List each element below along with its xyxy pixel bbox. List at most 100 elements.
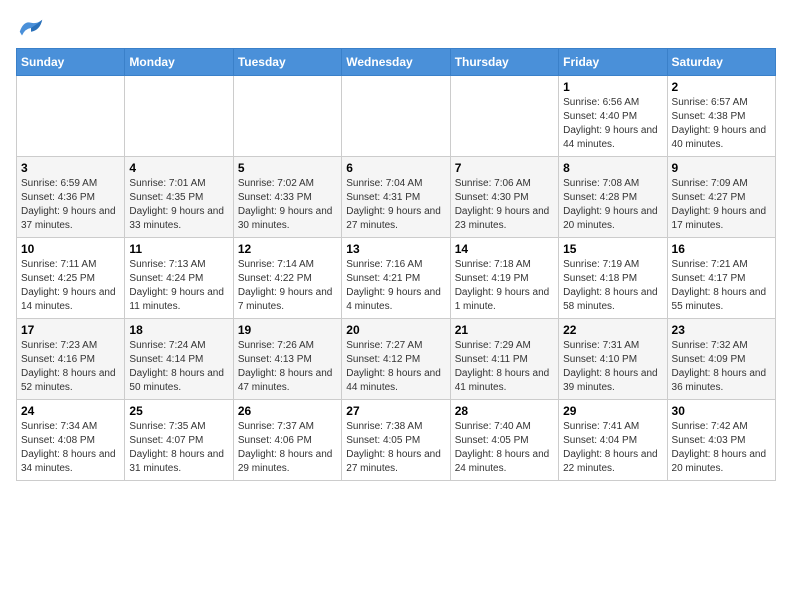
- day-number: 21: [455, 323, 554, 337]
- day-info: Sunrise: 7:27 AM Sunset: 4:12 PM Dayligh…: [346, 339, 445, 395]
- calendar-week-row: 24 Sunrise: 7:34 AM Sunset: 4:08 PM Dayli…: [17, 400, 776, 481]
- day-info: Sunrise: 6:59 AM Sunset: 4:36 PM Dayligh…: [21, 177, 120, 233]
- day-number: 11: [129, 242, 228, 256]
- day-number: 2: [672, 80, 771, 94]
- calendar-cell: 24 Sunrise: 7:34 AM Sunset: 4:08 PM Dayli…: [17, 400, 125, 481]
- day-info: Sunrise: 7:06 AM Sunset: 4:30 PM Dayligh…: [455, 177, 554, 233]
- day-number: 12: [238, 242, 337, 256]
- day-header-wednesday: Wednesday: [342, 49, 450, 76]
- day-number: 6: [346, 161, 445, 175]
- day-number: 3: [21, 161, 120, 175]
- day-info: Sunrise: 7:08 AM Sunset: 4:28 PM Dayligh…: [563, 177, 662, 233]
- day-number: 13: [346, 242, 445, 256]
- calendar-cell: [125, 76, 233, 157]
- calendar-cell: 28Sunrise: 7:40 AM Sunset: 4:05 PM Dayli…: [450, 400, 558, 481]
- calendar-cell: 21 Sunrise: 7:29 AM Sunset: 4:11 PM Dayli…: [450, 319, 558, 400]
- calendar-cell: 26 Sunrise: 7:37 AM Sunset: 4:06 PM Dayli…: [233, 400, 341, 481]
- calendar-cell: 13 Sunrise: 7:16 AM Sunset: 4:21 PM Dayli…: [342, 238, 450, 319]
- day-header-monday: Monday: [125, 49, 233, 76]
- day-info: Sunrise: 7:38 AM Sunset: 4:05 PM Dayligh…: [346, 420, 445, 476]
- day-info: Sunrise: 7:02 AM Sunset: 4:33 PM Dayligh…: [238, 177, 337, 233]
- calendar-cell: 20 Sunrise: 7:27 AM Sunset: 4:12 PM Dayli…: [342, 319, 450, 400]
- day-number: 30: [672, 404, 771, 418]
- day-info: Sunrise: 7:23 AM Sunset: 4:16 PM Dayligh…: [21, 339, 120, 395]
- day-number: 5: [238, 161, 337, 175]
- logo: [16, 16, 50, 40]
- calendar-cell: 3 Sunrise: 6:59 AM Sunset: 4:36 PM Daylig…: [17, 157, 125, 238]
- day-number: 15: [563, 242, 662, 256]
- day-number: 10: [21, 242, 120, 256]
- calendar-cell: 27 Sunrise: 7:38 AM Sunset: 4:05 PM Dayli…: [342, 400, 450, 481]
- day-number: 24: [21, 404, 120, 418]
- calendar-week-row: 3 Sunrise: 6:59 AM Sunset: 4:36 PM Daylig…: [17, 157, 776, 238]
- day-number: 14: [455, 242, 554, 256]
- calendar-cell: 25Sunrise: 7:35 AM Sunset: 4:07 PM Dayli…: [125, 400, 233, 481]
- calendar-cell: 11 Sunrise: 7:13 AM Sunset: 4:24 PM Dayli…: [125, 238, 233, 319]
- day-info: Sunrise: 7:16 AM Sunset: 4:21 PM Dayligh…: [346, 258, 445, 314]
- day-info: Sunrise: 7:37 AM Sunset: 4:06 PM Dayligh…: [238, 420, 337, 476]
- calendar-cell: 16 Sunrise: 7:21 AM Sunset: 4:17 PM Dayli…: [667, 238, 775, 319]
- calendar-cell: 1 Sunrise: 6:56 AM Sunset: 4:40 PM Daylig…: [559, 76, 667, 157]
- day-info: Sunrise: 7:26 AM Sunset: 4:13 PM Dayligh…: [238, 339, 337, 395]
- day-number: 19: [238, 323, 337, 337]
- day-info: Sunrise: 7:29 AM Sunset: 4:11 PM Dayligh…: [455, 339, 554, 395]
- day-info: Sunrise: 7:42 AM Sunset: 4:03 PM Dayligh…: [672, 420, 771, 476]
- day-info: Sunrise: 7:13 AM Sunset: 4:24 PM Dayligh…: [129, 258, 228, 314]
- calendar-cell: 29 Sunrise: 7:41 AM Sunset: 4:04 PM Dayli…: [559, 400, 667, 481]
- day-info: Sunrise: 7:09 AM Sunset: 4:27 PM Dayligh…: [672, 177, 771, 233]
- day-info: Sunrise: 7:34 AM Sunset: 4:08 PM Dayligh…: [21, 420, 120, 476]
- day-header-thursday: Thursday: [450, 49, 558, 76]
- day-number: 27: [346, 404, 445, 418]
- calendar-cell: 7Sunrise: 7:06 AM Sunset: 4:30 PM Daylig…: [450, 157, 558, 238]
- day-number: 1: [563, 80, 662, 94]
- calendar-week-row: 10 Sunrise: 7:11 AM Sunset: 4:25 PM Dayli…: [17, 238, 776, 319]
- calendar-cell: 14 Sunrise: 7:18 AM Sunset: 4:19 PM Dayli…: [450, 238, 558, 319]
- day-number: 18: [129, 323, 228, 337]
- calendar-cell: 12 Sunrise: 7:14 AM Sunset: 4:22 PM Dayli…: [233, 238, 341, 319]
- calendar-cell: [342, 76, 450, 157]
- day-header-friday: Friday: [559, 49, 667, 76]
- day-info: Sunrise: 7:24 AM Sunset: 4:14 PM Dayligh…: [129, 339, 228, 395]
- day-info: Sunrise: 7:21 AM Sunset: 4:17 PM Dayligh…: [672, 258, 771, 314]
- day-header-saturday: Saturday: [667, 49, 775, 76]
- logo-bird-icon: [16, 16, 46, 40]
- calendar-cell: 23 Sunrise: 7:32 AM Sunset: 4:09 PM Dayli…: [667, 319, 775, 400]
- day-number: 26: [238, 404, 337, 418]
- day-number: 29: [563, 404, 662, 418]
- day-header-sunday: Sunday: [17, 49, 125, 76]
- day-header-tuesday: Tuesday: [233, 49, 341, 76]
- calendar-cell: 30 Sunrise: 7:42 AM Sunset: 4:03 PM Dayli…: [667, 400, 775, 481]
- calendar-cell: [17, 76, 125, 157]
- day-number: 20: [346, 323, 445, 337]
- day-info: Sunrise: 7:11 AM Sunset: 4:25 PM Dayligh…: [21, 258, 120, 314]
- calendar-cell: 10 Sunrise: 7:11 AM Sunset: 4:25 PM Dayli…: [17, 238, 125, 319]
- calendar-cell: 9 Sunrise: 7:09 AM Sunset: 4:27 PM Daylig…: [667, 157, 775, 238]
- day-info: Sunrise: 7:41 AM Sunset: 4:04 PM Dayligh…: [563, 420, 662, 476]
- day-info: Sunrise: 7:18 AM Sunset: 4:19 PM Dayligh…: [455, 258, 554, 314]
- day-info: Sunrise: 7:01 AM Sunset: 4:35 PM Dayligh…: [129, 177, 228, 233]
- calendar-cell: 19 Sunrise: 7:26 AM Sunset: 4:13 PM Dayli…: [233, 319, 341, 400]
- calendar-cell: 4 Sunrise: 7:01 AM Sunset: 4:35 PM Daylig…: [125, 157, 233, 238]
- day-info: Sunrise: 6:56 AM Sunset: 4:40 PM Dayligh…: [563, 96, 662, 152]
- calendar-cell: 18 Sunrise: 7:24 AM Sunset: 4:14 PM Dayli…: [125, 319, 233, 400]
- day-number: 16: [672, 242, 771, 256]
- calendar-header-row: SundayMondayTuesdayWednesdayThursdayFrid…: [17, 49, 776, 76]
- calendar-cell: 5 Sunrise: 7:02 AM Sunset: 4:33 PM Daylig…: [233, 157, 341, 238]
- day-info: Sunrise: 7:19 AM Sunset: 4:18 PM Dayligh…: [563, 258, 662, 314]
- day-info: Sunrise: 7:04 AM Sunset: 4:31 PM Dayligh…: [346, 177, 445, 233]
- calendar-cell: 8Sunrise: 7:08 AM Sunset: 4:28 PM Daylig…: [559, 157, 667, 238]
- calendar-cell: [233, 76, 341, 157]
- day-info: Sunrise: 7:32 AM Sunset: 4:09 PM Dayligh…: [672, 339, 771, 395]
- day-number: 23: [672, 323, 771, 337]
- day-number: 4: [129, 161, 228, 175]
- calendar-week-row: 17Sunrise: 7:23 AM Sunset: 4:16 PM Dayli…: [17, 319, 776, 400]
- day-info: Sunrise: 7:14 AM Sunset: 4:22 PM Dayligh…: [238, 258, 337, 314]
- calendar-week-row: 1 Sunrise: 6:56 AM Sunset: 4:40 PM Daylig…: [17, 76, 776, 157]
- day-number: 22: [563, 323, 662, 337]
- day-number: 28: [455, 404, 554, 418]
- day-info: Sunrise: 6:57 AM Sunset: 4:38 PM Dayligh…: [672, 96, 771, 152]
- calendar-cell: 2 Sunrise: 6:57 AM Sunset: 4:38 PM Daylig…: [667, 76, 775, 157]
- calendar-cell: 17Sunrise: 7:23 AM Sunset: 4:16 PM Dayli…: [17, 319, 125, 400]
- day-number: 25: [129, 404, 228, 418]
- day-number: 9: [672, 161, 771, 175]
